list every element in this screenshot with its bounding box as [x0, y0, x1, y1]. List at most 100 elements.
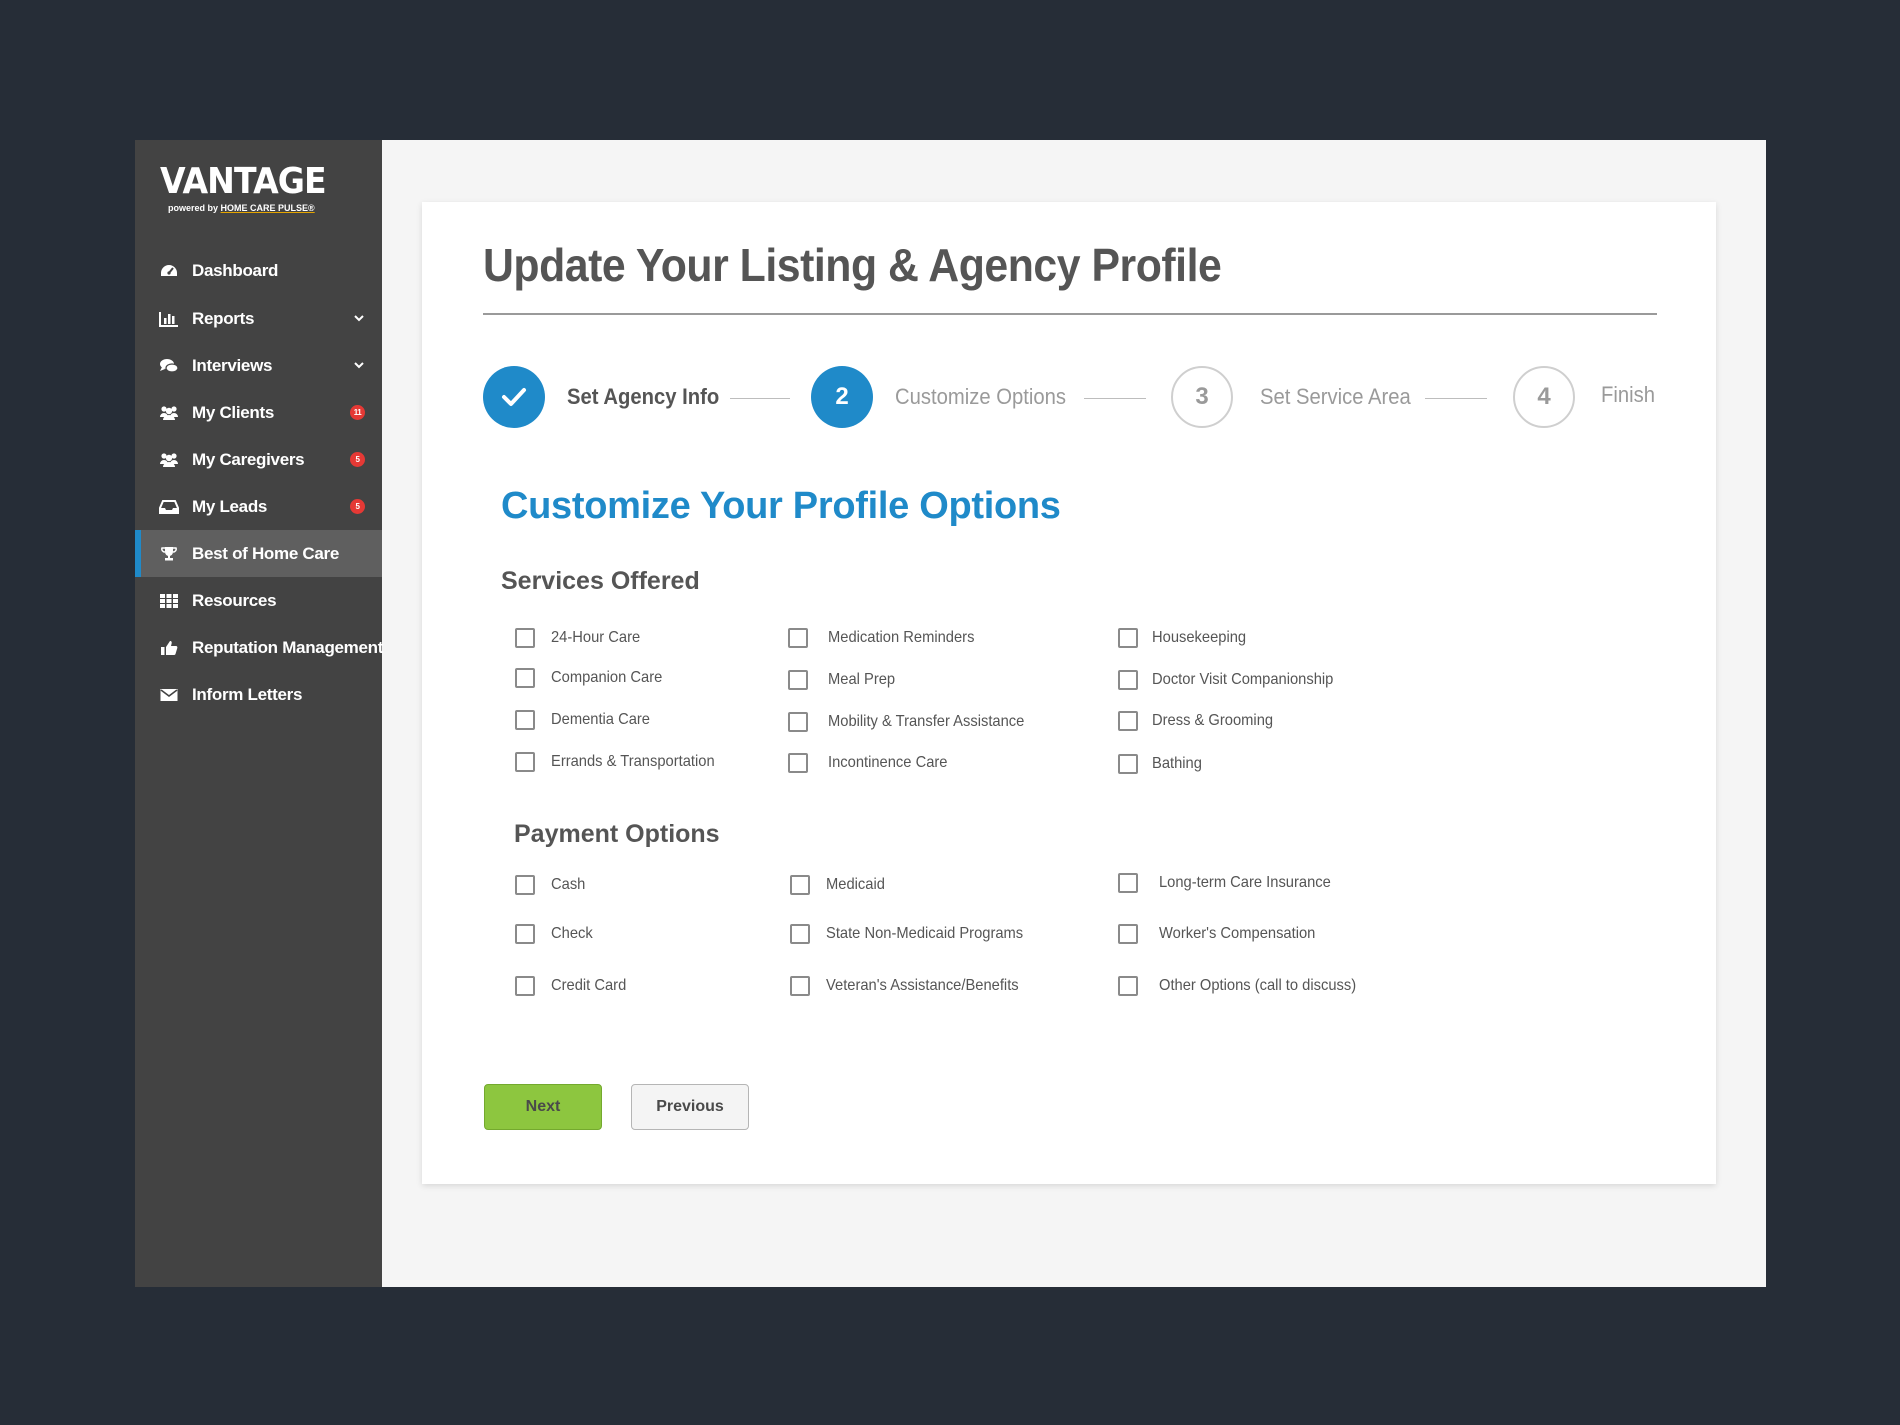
trophy-icon [159, 545, 179, 563]
checkbox[interactable] [515, 976, 535, 996]
checkbox[interactable] [1118, 628, 1138, 648]
step-4-circle[interactable]: 4 [1513, 366, 1575, 428]
checkbox[interactable] [790, 875, 810, 895]
service-option-mobility-transfer[interactable]: Mobility & Transfer Assistance [788, 712, 1041, 732]
sidebar-item-my-leads[interactable]: My Leads 5 [135, 483, 382, 530]
users-icon [159, 451, 179, 469]
service-option-companion-care[interactable]: Companion Care [515, 668, 672, 688]
sidebar-item-label: Best of Home Care [192, 543, 339, 563]
service-option-medication-reminders[interactable]: Medication Reminders [788, 628, 987, 648]
service-option-doctor-visit[interactable]: Doctor Visit Companionship [1118, 670, 1349, 690]
checkmark-icon [502, 388, 526, 406]
profile-wizard-card: Update Your Listing & Agency Profile Set… [422, 202, 1716, 1184]
service-option-meal-prep[interactable]: Meal Prep [788, 670, 901, 690]
users-icon [159, 404, 179, 422]
payment-option-check[interactable]: Check [515, 924, 596, 944]
payment-option-long-term-care-insurance[interactable]: Long-term Care Insurance [1118, 873, 1346, 893]
checkbox[interactable] [1118, 711, 1138, 731]
sidebar-item-inform-letters[interactable]: Inform Letters [135, 671, 382, 718]
checkbox[interactable] [788, 628, 808, 648]
checkbox[interactable] [1118, 670, 1138, 690]
page-title: Update Your Listing & Agency Profile [483, 239, 1222, 291]
checkbox[interactable] [790, 976, 810, 996]
checkbox[interactable] [515, 628, 535, 648]
service-option-errands-transportation[interactable]: Errands & Transportation [515, 752, 729, 772]
app-window: VANTAGE powered by HOME CARE PULSE® Dash… [135, 140, 1766, 1287]
service-option-dress-grooming[interactable]: Dress & Grooming [1118, 711, 1284, 731]
checkbox[interactable] [788, 753, 808, 773]
checkbox[interactable] [515, 710, 535, 730]
service-option-bathing[interactable]: Bathing [1118, 754, 1206, 774]
notification-badge: 5 [350, 452, 365, 467]
checkbox[interactable] [1118, 754, 1138, 774]
step-connector [1425, 398, 1487, 399]
previous-button[interactable]: Previous [631, 1084, 749, 1130]
comments-icon [159, 357, 179, 375]
service-option-housekeeping[interactable]: Housekeeping [1118, 628, 1254, 648]
sidebar-item-interviews[interactable]: Interviews [135, 342, 382, 389]
sidebar-item-dashboard[interactable]: Dashboard [135, 246, 382, 295]
main-content: Update Your Listing & Agency Profile Set… [382, 140, 1766, 1287]
step-connector [1084, 398, 1146, 399]
payment-option-medicaid[interactable]: Medicaid [790, 875, 890, 895]
thumbs-up-icon [159, 639, 179, 657]
payment-option-workers-compensation[interactable]: Worker's Compensation [1118, 924, 1329, 944]
sidebar-nav: Dashboard Reports Interviews My Clients … [135, 246, 384, 718]
chevron-down-icon[interactable] [354, 360, 364, 372]
step-2-label: Customize Options [895, 384, 1066, 409]
dashboard-icon [159, 262, 179, 280]
bar-chart-icon [159, 310, 179, 328]
checkbox[interactable] [1118, 976, 1138, 996]
logo-wordmark: VANTAGE [160, 161, 327, 202]
sidebar-item-my-clients[interactable]: My Clients 11 [135, 389, 382, 436]
checkbox[interactable] [515, 668, 535, 688]
sidebar-item-label: Interviews [192, 355, 273, 375]
payment-option-other[interactable]: Other Options (call to discuss) [1118, 976, 1373, 996]
sidebar-item-label: Inform Letters [192, 684, 303, 704]
step-1-circle[interactable] [483, 366, 545, 428]
payment-option-state-non-medicaid[interactable]: State Non-Medicaid Programs [790, 924, 1040, 944]
payment-option-veterans-assistance[interactable]: Veteran's Assistance/Benefits [790, 976, 1035, 996]
sidebar-item-reports[interactable]: Reports [135, 295, 382, 342]
next-button[interactable]: Next [484, 1084, 602, 1130]
wizard-stepper: Set Agency Info 2 Customize Options 3 Se… [483, 366, 1663, 432]
grid-icon [159, 592, 179, 610]
sidebar-item-my-caregivers[interactable]: My Caregivers 5 [135, 436, 382, 483]
step-4-label: Finish [1601, 382, 1655, 407]
step-2-circle[interactable]: 2 [811, 366, 873, 428]
checkbox[interactable] [788, 670, 808, 690]
sidebar-item-label: My Caregivers [192, 449, 305, 469]
chevron-down-icon[interactable] [354, 313, 364, 325]
checkbox[interactable] [515, 924, 535, 944]
envelope-icon [159, 686, 179, 704]
service-option-dementia-care[interactable]: Dementia Care [515, 710, 659, 730]
payment-option-credit-card[interactable]: Credit Card [515, 976, 633, 996]
step-3-circle[interactable]: 3 [1171, 366, 1233, 428]
sidebar-item-label: Resources [192, 590, 277, 610]
sidebar-item-reputation-management[interactable]: Reputation Management [135, 624, 384, 671]
checkbox[interactable] [790, 924, 810, 944]
sidebar-item-label: Dashboard [192, 260, 279, 280]
service-option-24-hour-care[interactable]: 24-Hour Care [515, 628, 648, 648]
inbox-icon [159, 498, 179, 516]
payment-option-cash[interactable]: Cash [515, 875, 588, 895]
step-connector [730, 398, 790, 399]
title-divider [483, 313, 1657, 315]
form-title: Customize Your Profile Options [501, 485, 1061, 527]
sidebar-item-best-of-home-care[interactable]: Best of Home Care [135, 530, 382, 577]
sidebar-item-label: My Leads [192, 496, 268, 516]
logo-tagline: powered by HOME CARE PULSE® [168, 203, 315, 213]
checkbox[interactable] [788, 712, 808, 732]
sidebar-item-label: My Clients [192, 402, 275, 422]
checkbox[interactable] [1118, 873, 1138, 893]
checkbox[interactable] [1118, 924, 1138, 944]
notification-badge: 5 [350, 499, 365, 514]
step-3-label: Set Service Area [1260, 384, 1411, 409]
checkbox[interactable] [515, 875, 535, 895]
checkbox[interactable] [515, 752, 535, 772]
service-option-incontinence-care[interactable]: Incontinence Care [788, 753, 958, 773]
sidebar-item-label: Reputation Management [192, 637, 384, 657]
sidebar-item-resources[interactable]: Resources [135, 577, 382, 624]
notification-badge: 11 [350, 405, 365, 420]
vantage-logo[interactable]: VANTAGE powered by HOME CARE PULSE® [160, 162, 330, 218]
